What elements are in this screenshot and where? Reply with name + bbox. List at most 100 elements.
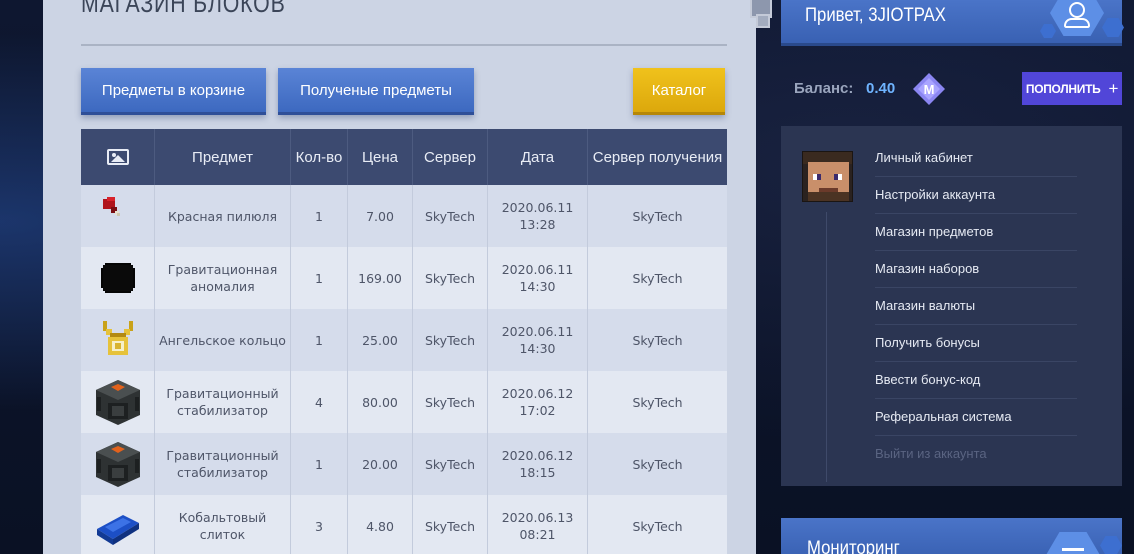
item-name: Ангельское кольцо <box>155 309 291 371</box>
received-items-button[interactable]: Полученые предметы <box>278 68 474 115</box>
item-qty: 1 <box>291 433 348 495</box>
item-qty: 1 <box>291 185 348 247</box>
table-body: Красная пилюля 1 7.00 SkyTech 2020.06.11… <box>81 185 727 554</box>
gravity-stabilizer-icon <box>95 380 140 425</box>
user-icon <box>1069 2 1085 18</box>
title-divider <box>81 44 727 46</box>
item-date: 2020.06.13 08:21 <box>488 495 588 554</box>
page-title: Магазин блоков <box>81 0 286 18</box>
plus-icon: + <box>1108 78 1119 98</box>
item-qty: 1 <box>291 309 348 371</box>
item-price: 25.00 <box>348 309 413 371</box>
item-server: SkyTech <box>413 309 488 371</box>
time-value: 08:21 <box>519 527 556 542</box>
item-receive-server: SkyTech <box>632 456 683 472</box>
item-price: 169.00 <box>348 247 413 309</box>
item-date: 2020.06.11 13:28 <box>488 185 588 247</box>
item-server: SkyTech <box>413 433 488 495</box>
avatar[interactable] <box>802 151 853 202</box>
column-header-price: Цена <box>348 129 413 185</box>
decorative-blocks <box>742 0 778 40</box>
table-row: Гравитационный стабилизатор 4 80.00 SkyT… <box>81 371 727 433</box>
monitoring-title: Мониторинг <box>807 538 900 554</box>
item-qty: 4 <box>291 371 348 433</box>
menu-divider-line <box>826 212 827 482</box>
time-value: 14:30 <box>519 341 556 356</box>
item-date: 2020.06.11 14:30 <box>488 247 588 309</box>
minus-icon <box>1062 548 1084 551</box>
date-value: 2020.06.11 <box>501 262 574 277</box>
cobalt-ingot-icon <box>96 515 139 545</box>
item-receive-server: SkyTech <box>632 208 683 224</box>
balance-label: Баланс: <box>794 80 854 97</box>
menu-item-personal-cabinet[interactable]: Личный кабинет <box>875 150 1077 177</box>
item-name: Красная пилюля <box>155 185 291 247</box>
main-panel: Магазин блоков Предметы в корзине Получе… <box>43 0 756 554</box>
menu-item-referral-system[interactable]: Реферальная система <box>875 409 1077 436</box>
date-value: 2020.06.12 <box>501 386 574 401</box>
item-date: 2020.06.11 14:30 <box>488 309 588 371</box>
table-row: Кобальтовый слиток 3 4.80 SkyTech 2020.0… <box>81 495 727 554</box>
table-row: Ангельское кольцо 1 25.00 SkyTech 2020.0… <box>81 309 727 371</box>
table-row: Красная пилюля 1 7.00 SkyTech 2020.06.11… <box>81 185 727 247</box>
item-date: 2020.06.12 17:02 <box>488 371 588 433</box>
time-value: 14:30 <box>519 279 556 294</box>
item-server: SkyTech <box>413 495 488 554</box>
cart-items-button[interactable]: Предметы в корзине <box>81 68 266 115</box>
item-name: Гравитационный стабилизатор <box>155 433 291 495</box>
column-header-image <box>81 129 155 185</box>
menu-item-currency-shop[interactable]: Магазин валюты <box>875 298 1077 325</box>
image-icon <box>106 149 129 165</box>
item-price: 4.80 <box>348 495 413 554</box>
gravity-stabilizer-icon <box>95 442 140 487</box>
item-price: 80.00 <box>348 371 413 433</box>
red-pill-icon <box>102 197 120 216</box>
greeting-text: Привет, 3JIOTPAX <box>805 5 946 26</box>
item-server: SkyTech <box>413 371 488 433</box>
date-value: 2020.06.11 <box>501 324 574 339</box>
date-value: 2020.06.11 <box>501 200 574 215</box>
catalog-button[interactable]: Каталог <box>633 68 725 115</box>
menu-item-kit-shop[interactable]: Магазин наборов <box>875 261 1077 288</box>
menu-item-get-bonuses[interactable]: Получить бонусы <box>875 335 1077 362</box>
table-row: Гравитационный стабилизатор 1 20.00 SkyT… <box>81 433 727 495</box>
balance-value: 0.40 <box>866 80 896 97</box>
item-name: Гравитационный стабилизатор <box>155 371 291 433</box>
menu-item-logout[interactable]: Выйти из аккаунта <box>875 446 1077 472</box>
column-header-item: Предмет <box>155 129 291 185</box>
item-server: SkyTech <box>413 247 488 309</box>
time-value: 17:02 <box>519 403 556 418</box>
item-qty: 3 <box>291 495 348 554</box>
svg-text:M: M <box>924 82 935 97</box>
column-header-date: Дата <box>488 129 588 185</box>
time-value: 13:28 <box>519 217 556 232</box>
item-receive-server: SkyTech <box>632 394 683 410</box>
date-value: 2020.06.13 <box>501 510 574 525</box>
item-date: 2020.06.12 18:15 <box>488 433 588 495</box>
menu-item-enter-bonus-code[interactable]: Ввести бонус-код <box>875 372 1077 399</box>
purchases-table: Предмет Кол-во Цена Сервер Дата Сервер п… <box>81 129 727 554</box>
time-value: 18:15 <box>519 465 556 480</box>
date-value: 2020.06.12 <box>501 448 574 463</box>
table-header: Предмет Кол-во Цена Сервер Дата Сервер п… <box>81 129 727 185</box>
gravity-anomaly-icon <box>100 263 135 293</box>
item-name: Гравитационная аномалия <box>155 247 291 309</box>
item-price: 20.00 <box>348 433 413 495</box>
currency-coin-icon: M <box>913 73 945 105</box>
item-receive-server: SkyTech <box>632 270 683 286</box>
item-receive-server: SkyTech <box>632 518 683 534</box>
item-name: Кобальтовый слиток <box>155 495 291 554</box>
menu-item-account-settings[interactable]: Настройки аккаунта <box>875 187 1077 214</box>
top-up-label: ПОПОЛНИТЬ <box>1025 81 1101 96</box>
column-header-server: Сервер <box>413 129 488 185</box>
column-header-qty: Кол-во <box>291 129 348 185</box>
item-qty: 1 <box>291 247 348 309</box>
item-price: 7.00 <box>348 185 413 247</box>
menu-item-item-shop[interactable]: Магазин предметов <box>875 224 1077 251</box>
column-header-receive-server: Сервер получения <box>592 148 723 166</box>
top-up-button[interactable]: ПОПОЛНИТЬ + <box>1022 72 1122 105</box>
item-receive-server: SkyTech <box>632 332 683 348</box>
table-row: Гравитационная аномалия 1 169.00 SkyTech… <box>81 247 727 309</box>
angel-ring-icon <box>102 321 133 355</box>
item-server: SkyTech <box>413 185 488 247</box>
